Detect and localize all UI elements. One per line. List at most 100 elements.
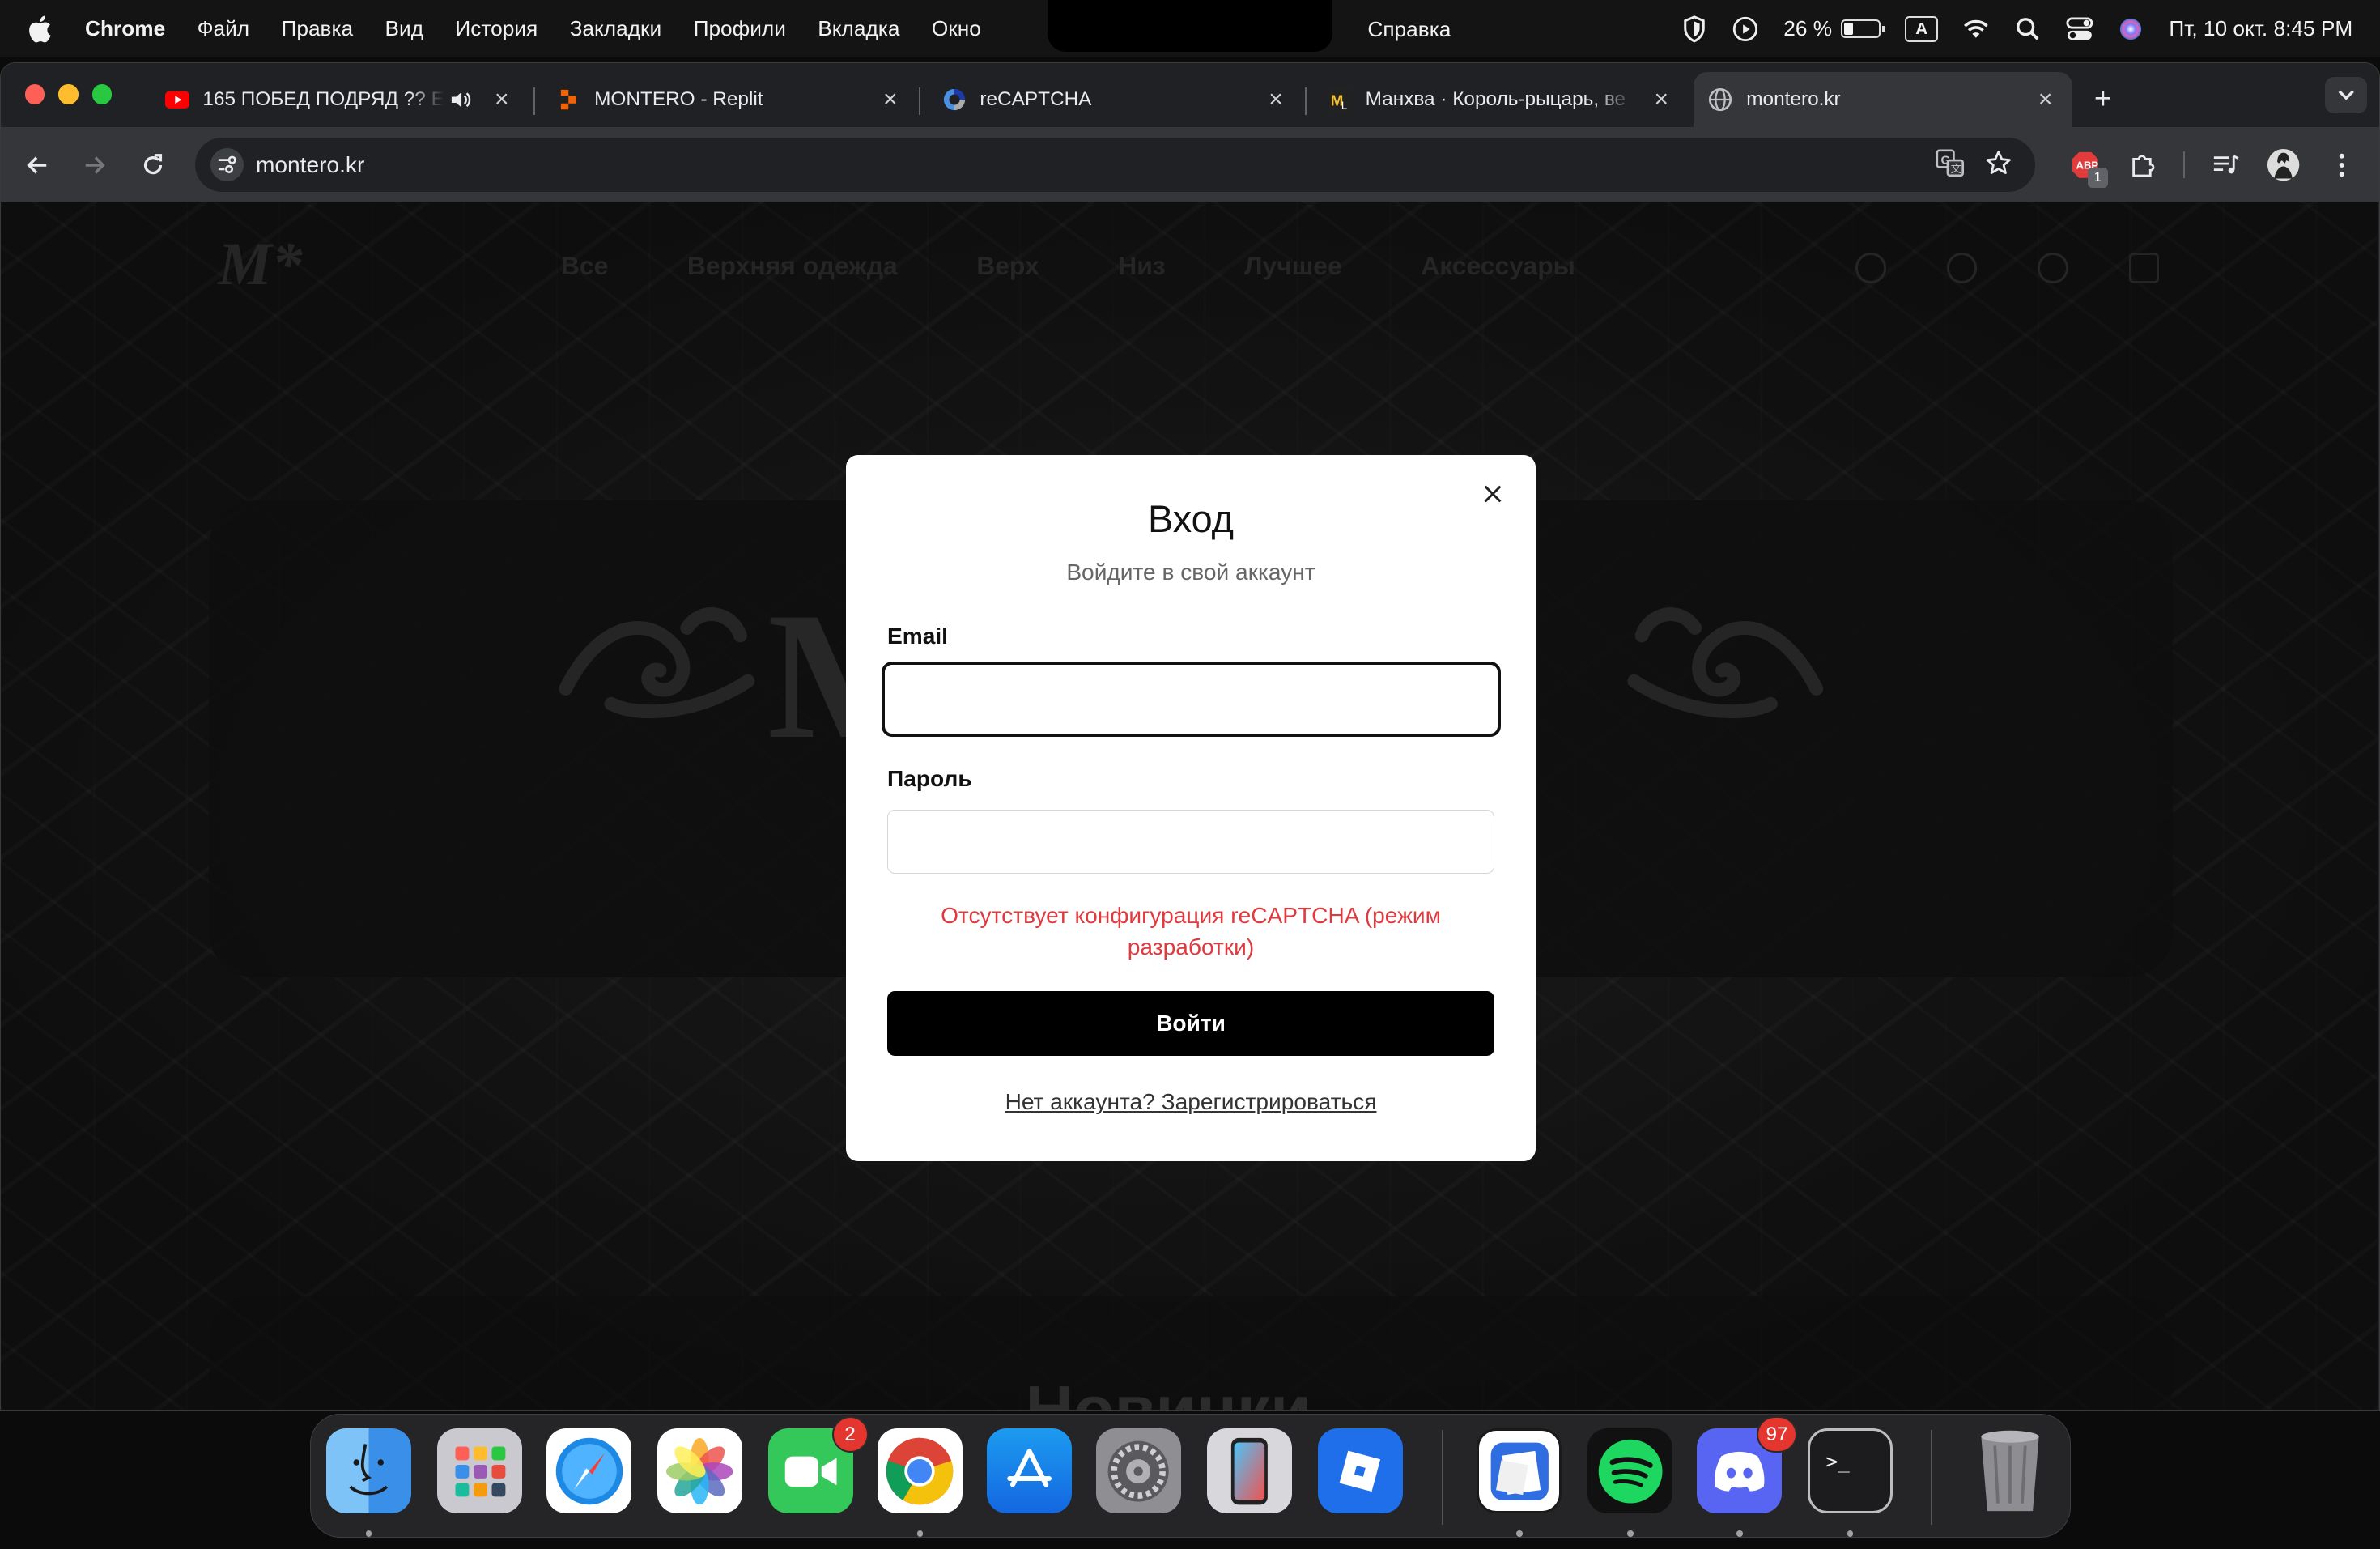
running-indicator — [1627, 1530, 1634, 1537]
translate-icon[interactable]: G文 — [1935, 148, 1966, 179]
battery-indicator[interactable]: 26 % — [1783, 16, 1885, 41]
dock-divider — [1931, 1430, 1932, 1525]
tab-youtube[interactable]: 165 ПОБЕД ПОДРЯД ?? Е × — [150, 72, 529, 127]
safari-icon[interactable] — [546, 1428, 631, 1514]
back-button[interactable] — [22, 150, 53, 181]
modal-subtitle: Войдите в свой аккаунт — [1066, 560, 1315, 585]
menu-help[interactable]: Справка — [1367, 17, 1451, 42]
close-tab-icon[interactable]: × — [490, 87, 514, 112]
reload-button[interactable] — [138, 150, 168, 181]
keyboard-input-icon[interactable]: A — [1905, 15, 1939, 42]
svg-text:>_: >_ — [1826, 1449, 1851, 1473]
adblock-extension-icon[interactable]: ABP 1 — [2065, 145, 2108, 188]
chrome-icon[interactable] — [877, 1428, 963, 1514]
bookmark-star-icon[interactable] — [1983, 148, 2014, 179]
macos-menubar: Chrome Файл Правка Вид История Закладки … — [0, 0, 2380, 58]
shield-icon[interactable] — [1681, 15, 1708, 43]
password-label: Пароль — [887, 766, 972, 791]
tab-recaptcha[interactable]: reCAPTCHA × — [927, 72, 1303, 127]
chrome-window: 165 ПОБЕД ПОДРЯД ?? Е × MONTERO - Replit… — [0, 62, 2380, 1411]
address-bar[interactable]: montero.kr G文 — [195, 137, 2035, 193]
zoom-window-button[interactable] — [91, 84, 112, 104]
finder-icon[interactable] — [326, 1428, 412, 1514]
siri-icon[interactable] — [2118, 15, 2145, 43]
menubar-clock[interactable]: Пт, 10 окт. 8:45 PM — [2169, 16, 2352, 41]
status-area: 26 % A Пт, 10 окт. 8:45 PM — [1681, 0, 2352, 57]
web-page: M* Все Верхняя одежда Верх Низ Лучшее Ак… — [1, 202, 2378, 1410]
window-controls — [25, 84, 112, 104]
menu-profiles[interactable]: Профили — [694, 16, 786, 41]
url-text[interactable]: montero.kr — [256, 152, 364, 178]
roblox-icon[interactable] — [1317, 1428, 1403, 1514]
login-submit-button[interactable]: Войти — [887, 990, 1494, 1057]
battery-icon — [1841, 19, 1885, 38]
tab-title: montero.kr — [1746, 87, 1841, 110]
profile-avatar-icon[interactable] — [2264, 145, 2304, 185]
menu-bookmarks[interactable]: Закладки — [570, 16, 662, 41]
app-store-icon[interactable] — [986, 1428, 1072, 1514]
tab-montero[interactable]: montero.kr × — [1693, 72, 2073, 127]
password-field[interactable] — [887, 810, 1494, 875]
discord-icon[interactable]: 97 — [1697, 1416, 1797, 1514]
launchpad-icon[interactable] — [437, 1428, 522, 1514]
register-link[interactable]: Нет аккаунта? Зарегистрироваться — [846, 1089, 1535, 1115]
tab-search-button[interactable] — [2324, 76, 2367, 113]
media-controls-icon[interactable] — [2206, 145, 2246, 185]
close-window-button[interactable] — [25, 84, 45, 104]
extensions-puzzle-icon[interactable] — [2123, 145, 2162, 185]
globe-icon — [1708, 87, 1732, 112]
toolbar-divider — [2183, 151, 2186, 179]
tab-manhwa[interactable]: ML Манхва · Король-рыцарь, ве × — [1312, 72, 1689, 127]
menu-edit[interactable]: Правка — [281, 16, 353, 41]
recaptcha-icon — [942, 87, 967, 112]
tab-title: 165 ПОБЕД ПОДРЯД ?? Е — [202, 87, 444, 110]
trash-icon[interactable] — [1967, 1428, 2052, 1513]
recaptcha-error-message: Отсутствует конфигурация reCAPTCHA (режи… — [941, 903, 1441, 960]
terminal-icon[interactable]: >_ — [1808, 1428, 1893, 1514]
close-tab-icon[interactable]: × — [1649, 87, 1673, 112]
minimize-window-button[interactable] — [58, 84, 79, 104]
menu-tab[interactable]: Вкладка — [818, 16, 899, 41]
battery-percent: 26 % — [1783, 16, 1833, 41]
apple-icon[interactable] — [28, 15, 52, 43]
kebab-menu-icon[interactable] — [2322, 145, 2361, 185]
menu-file[interactable]: Файл — [198, 16, 250, 41]
tab-replit[interactable]: MONTERO - Replit × — [542, 72, 918, 127]
preview-icon[interactable] — [1477, 1428, 1562, 1514]
arrow-right-icon — [86, 155, 105, 174]
play-circle-icon[interactable] — [1732, 15, 1760, 43]
running-indicator — [1516, 1530, 1523, 1537]
control-center-icon[interactable] — [2066, 15, 2093, 43]
extension-badge: 1 — [2088, 168, 2108, 188]
iphone-mirroring-icon[interactable] — [1206, 1428, 1292, 1514]
arrow-left-icon — [27, 155, 47, 174]
youtube-icon — [164, 87, 189, 112]
close-tab-icon[interactable]: × — [878, 87, 903, 112]
new-tab-button[interactable]: + — [2086, 81, 2119, 116]
close-tab-icon[interactable]: × — [1264, 87, 1288, 112]
wifi-icon[interactable] — [1962, 15, 1990, 43]
search-icon[interactable] — [2014, 15, 2042, 43]
facetime-icon[interactable]: 2 — [767, 1416, 869, 1514]
email-field[interactable] — [881, 661, 1501, 738]
browser-toolbar: montero.kr G文 ABP 1 — [1, 126, 2379, 203]
menu-window[interactable]: Окно — [932, 16, 981, 41]
tab-divider — [1304, 87, 1307, 115]
menu-view[interactable]: Вид — [385, 16, 424, 41]
modal-title: Вход — [1147, 498, 1234, 541]
extension-toolbar: ABP 1 — [2065, 145, 2361, 188]
forward-button[interactable] — [80, 150, 111, 181]
spotify-icon[interactable] — [1587, 1428, 1673, 1514]
tab-strip: 165 ПОБЕД ПОДРЯД ?? Е × MONTERO - Replit… — [1, 62, 2379, 127]
manhwa-site-icon: ML — [1327, 87, 1352, 112]
site-info-icon[interactable] — [210, 147, 244, 182]
speaker-icon[interactable] — [450, 91, 471, 109]
settings-icon[interactable] — [1095, 1428, 1181, 1514]
photos-icon[interactable] — [657, 1428, 742, 1514]
running-indicator — [365, 1530, 372, 1537]
notification-badge: 2 — [831, 1416, 869, 1453]
menu-app-name[interactable]: Chrome — [85, 16, 165, 41]
menu-history[interactable]: История — [455, 16, 538, 41]
tab-divider — [919, 87, 921, 115]
close-tab-icon[interactable]: × — [2034, 87, 2058, 112]
